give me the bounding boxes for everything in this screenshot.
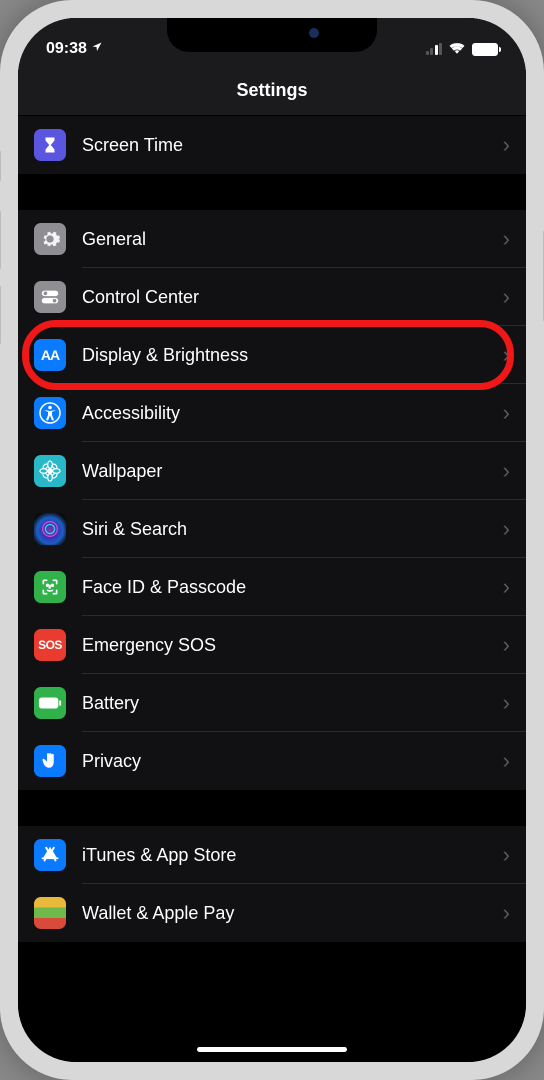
chevron-right-icon: › [503,400,526,426]
chevron-right-icon: › [503,458,526,484]
siri-icon [34,513,66,545]
row-label: Privacy [82,751,503,772]
settings-row-general[interactable]: General› [18,210,526,268]
chevron-right-icon: › [503,900,526,926]
cellular-signal-icon [426,43,443,55]
row-label: Emergency SOS [82,635,503,656]
mute-switch[interactable] [0,150,1,182]
settings-row-siri-search[interactable]: Siri & Search› [18,500,526,558]
settings-row-itunes-app-store[interactable]: iTunes & App Store› [18,826,526,884]
settings-row-accessibility[interactable]: Accessibility› [18,384,526,442]
row-label: Face ID & Passcode [82,577,503,598]
settings-row-wallet-apple-pay[interactable]: Wallet & Apple Pay› [18,884,526,942]
settings-row-control-center[interactable]: Control Center› [18,268,526,326]
status-time: 09:38 [46,40,87,58]
row-label: iTunes & App Store [82,845,503,866]
row-label: Siri & Search [82,519,503,540]
row-label: Display & Brightness [82,345,503,366]
hourglass-icon [34,129,66,161]
chevron-right-icon: › [503,284,526,310]
location-icon [91,40,103,58]
battery-icon [472,43,498,56]
chevron-right-icon: › [503,632,526,658]
appstore-icon [34,839,66,871]
notch [167,18,377,52]
faceid-icon [34,571,66,603]
page-title: Settings [18,80,526,101]
volume-up-button[interactable] [0,210,1,270]
row-label: Screen Time [82,135,503,156]
chevron-right-icon: › [503,342,526,368]
chevron-right-icon: › [503,842,526,868]
screen-content: Settings Screen Time›General›Control Cen… [18,18,526,1062]
home-indicator[interactable] [197,1047,347,1052]
group-gap [18,790,526,826]
chevron-right-icon: › [503,226,526,252]
settings-row-display-brightness[interactable]: AA Display & Brightness› [18,326,526,384]
flower-icon [34,455,66,487]
settings-row-privacy[interactable]: Privacy› [18,732,526,790]
chevron-right-icon: › [503,516,526,542]
settings-row-screen-time[interactable]: Screen Time› [18,116,526,174]
accessibility-icon [34,397,66,429]
chevron-right-icon: › [503,748,526,774]
toggles-icon [34,281,66,313]
volume-down-button[interactable] [0,285,1,345]
sos-icon: SOS [34,629,66,661]
wallet-icon [34,897,66,929]
settings-list[interactable]: Screen Time›General›Control Center›AADis… [18,116,526,942]
front-camera [309,28,319,38]
settings-group: Screen Time› [18,116,526,174]
text-size-icon: AA [34,339,66,371]
settings-group: iTunes & App Store›Wallet & Apple Pay› [18,826,526,942]
row-label: General [82,229,503,250]
settings-row-wallpaper[interactable]: Wallpaper› [18,442,526,500]
row-label: Battery [82,693,503,714]
settings-row-emergency-sos[interactable]: SOS Emergency SOS› [18,616,526,674]
battery-icon [34,687,66,719]
row-label: Wallet & Apple Pay [82,903,503,924]
settings-row-battery[interactable]: Battery› [18,674,526,732]
settings-row-face-id-passcode[interactable]: Face ID & Passcode› [18,558,526,616]
row-label: Control Center [82,287,503,308]
gear-icon [34,223,66,255]
group-gap [18,174,526,210]
chevron-right-icon: › [503,132,526,158]
chevron-right-icon: › [503,690,526,716]
settings-group: General›Control Center›AADisplay & Brigh… [18,210,526,790]
wifi-icon [448,40,466,59]
phone-frame: 09:38 Settings Screen Time›General›Contr… [0,0,544,1080]
row-label: Wallpaper [82,461,503,482]
phone-screen: 09:38 Settings Screen Time›General›Contr… [18,18,526,1062]
hand-icon [34,745,66,777]
chevron-right-icon: › [503,574,526,600]
row-label: Accessibility [82,403,503,424]
